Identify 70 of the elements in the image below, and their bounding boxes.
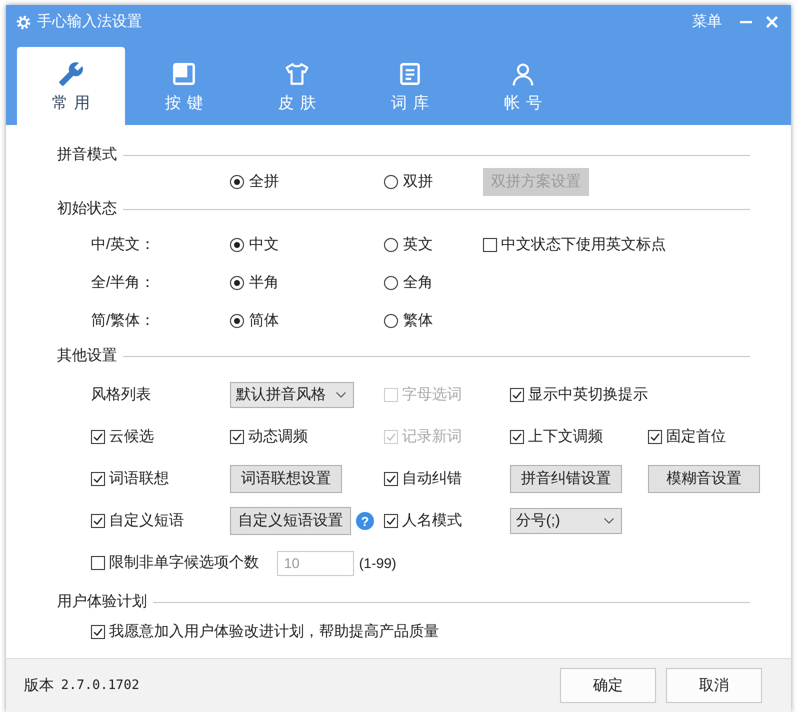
checkbox[interactable] xyxy=(384,472,398,486)
user-icon xyxy=(510,61,536,87)
settings-button[interactable]: 拼音纠错设置 xyxy=(510,465,622,493)
checkbox-option[interactable]: 限制非单字候选项个数 xyxy=(91,554,259,572)
range-hint: (1-99) xyxy=(359,554,396,572)
radio-button[interactable] xyxy=(230,175,244,189)
radio-button[interactable] xyxy=(384,276,398,290)
checkbox[interactable] xyxy=(483,238,497,252)
checkbox-option[interactable]: 我愿意加入用户体验改进计划，帮助提高产品质量 xyxy=(91,623,439,641)
radio-button[interactable] xyxy=(384,314,398,328)
document-icon xyxy=(397,61,423,87)
field-label: 全/半角： xyxy=(91,274,156,292)
checkbox-option[interactable]: 显示中英切换提示 xyxy=(510,386,648,404)
checkbox[interactable] xyxy=(230,430,244,444)
version-label: 版本 xyxy=(24,676,54,694)
checkbox-option[interactable]: 动态调频 xyxy=(230,428,308,446)
checkbox[interactable] xyxy=(384,514,398,528)
checkbox[interactable] xyxy=(91,472,105,486)
radio-button[interactable] xyxy=(230,238,244,252)
tab[interactable]: 常用 xyxy=(17,47,125,125)
checkbox-option[interactable]: 云候选 xyxy=(91,428,154,446)
checkbox[interactable] xyxy=(91,556,105,570)
version-number: 2.7.0.1702 xyxy=(61,676,140,694)
field-label: 中/英文： xyxy=(91,236,156,254)
radio-option[interactable]: 英文 xyxy=(384,236,433,254)
chevron-down-icon xyxy=(336,392,346,398)
radio-option[interactable]: 简体 xyxy=(230,312,279,330)
radio-option[interactable]: 繁体 xyxy=(384,312,433,330)
section-title: 拼音模式 xyxy=(57,146,117,164)
radio-option[interactable]: 全角 xyxy=(384,274,433,292)
section-title: 用户体验计划 xyxy=(57,593,147,611)
checkbox[interactable] xyxy=(510,388,524,402)
checkbox[interactable] xyxy=(91,430,105,444)
chevron-down-icon xyxy=(604,518,614,524)
checkbox-option[interactable]: 固定首位 xyxy=(648,428,726,446)
checkbox-option[interactable]: 词语联想 xyxy=(91,470,169,488)
radio-button[interactable] xyxy=(384,238,398,252)
section-title: 初始状态 xyxy=(57,200,117,218)
radio-button[interactable] xyxy=(230,314,244,328)
checkbox-option[interactable]: 自定义短语 xyxy=(91,512,184,530)
radio-option[interactable]: 双拼 xyxy=(384,173,433,191)
settings-button[interactable]: 模糊音设置 xyxy=(648,465,760,493)
cancel-button[interactable]: 取消 xyxy=(666,668,762,703)
field-label: 风格列表 xyxy=(91,386,151,404)
radio-option[interactable]: 半角 xyxy=(230,274,279,292)
checkbox-option[interactable]: 中文状态下使用英文标点 xyxy=(483,236,666,254)
wrench-icon xyxy=(58,61,84,87)
dropdown[interactable]: 默认拼音风格 xyxy=(230,382,354,408)
window-title: 手心输入法设置 xyxy=(37,13,142,31)
settings-button[interactable]: 自定义短语设置 xyxy=(230,507,351,535)
t-shirt-icon xyxy=(284,61,310,87)
close-icon[interactable] xyxy=(766,16,778,28)
radio-button[interactable] xyxy=(230,276,244,290)
checkbox-option[interactable]: 人名模式 xyxy=(384,512,462,530)
gear-icon xyxy=(16,14,31,30)
dropdown[interactable]: 分号(;) xyxy=(510,508,622,534)
section-title: 其他设置 xyxy=(57,347,117,365)
overlapping-squares-icon xyxy=(171,61,197,87)
checkbox-option[interactable]: 上下文调频 xyxy=(510,428,603,446)
ok-button[interactable]: 确定 xyxy=(560,668,656,703)
radio-option[interactable]: 中文 xyxy=(230,236,279,254)
settings-button[interactable]: 词语联想设置 xyxy=(230,465,342,493)
checkbox-option[interactable]: 自动纠错 xyxy=(384,470,462,488)
checkbox[interactable] xyxy=(91,625,105,639)
field-label: 简/繁体： xyxy=(91,312,156,330)
checkbox[interactable] xyxy=(648,430,662,444)
checkbox[interactable] xyxy=(510,430,524,444)
radio-button[interactable] xyxy=(384,175,398,189)
checkbox[interactable] xyxy=(91,514,105,528)
radio-option[interactable]: 全拼 xyxy=(230,173,279,191)
